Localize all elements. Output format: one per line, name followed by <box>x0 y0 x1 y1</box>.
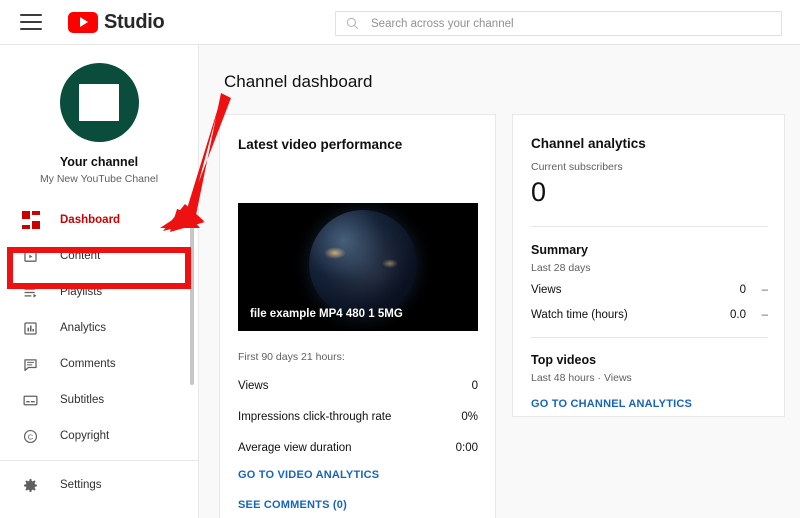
subscribers-label: Current subscribers <box>531 161 623 173</box>
analytics-row-views: Views 0 – <box>531 284 768 296</box>
hamburger-menu-icon[interactable] <box>20 14 42 30</box>
see-comments-link[interactable]: SEE COMMENTS (0) <box>238 499 347 511</box>
top-videos-period: Last 48 hours · Views <box>531 372 632 384</box>
channel-description: My New YouTube Chanel <box>39 173 159 185</box>
stat-row-ctr: Impressions click-through rate 0% <box>238 411 478 423</box>
channel-analytics-card: Channel analytics Current subscribers 0 … <box>512 114 785 417</box>
sidebar-item-label: Dashboard <box>60 214 121 226</box>
studio-brand[interactable]: Studio <box>68 10 165 34</box>
card-title-latest-video: Latest video performance <box>238 137 403 152</box>
earth-from-space-image <box>308 210 417 319</box>
stat-value: 0% <box>461 411 478 423</box>
channel-block: Your channel My New YouTube Chanel <box>0 45 198 198</box>
stat-label: Views <box>238 380 269 392</box>
summary-period: Last 28 days <box>531 262 591 274</box>
content-play-icon <box>21 247 40 266</box>
sidebar-item-copyright[interactable]: C Copyright <box>0 418 198 454</box>
sidebar-item-playlists[interactable]: Playlists <box>0 274 198 310</box>
copyright-icon: C <box>21 427 40 446</box>
search-icon <box>346 17 359 30</box>
channel-name: Your channel <box>59 155 139 169</box>
card-title-channel-analytics: Channel analytics <box>531 136 646 151</box>
video-title-overlay: file example MP4 480 1 5MG <box>250 308 403 320</box>
avatar[interactable] <box>59 63 139 142</box>
analytics-value: 0.0 <box>730 309 746 321</box>
main-content: Channel dashboard Latest video performan… <box>199 45 800 518</box>
stat-row-avg-duration: Average view duration 0:00 <box>238 442 478 454</box>
sidebar-item-label: Content <box>60 250 101 262</box>
sidebar-item-analytics[interactable]: Analytics <box>0 310 198 346</box>
sidebar-item-content[interactable]: Content <box>0 238 198 274</box>
sidebar-item-comments[interactable]: Comments <box>0 346 198 382</box>
summary-title: Summary <box>531 243 588 257</box>
video-thumbnail[interactable]: file example MP4 480 1 5MG <box>238 203 478 331</box>
sidebar-item-label: Playlists <box>60 286 103 298</box>
analytics-value: 0 <box>739 284 746 296</box>
dashboard-grid-icon <box>21 211 40 230</box>
playlists-icon <box>21 283 40 302</box>
stat-label: Average view duration <box>238 442 352 454</box>
analytics-row-watch-time: Watch time (hours) 0.0 – <box>531 309 768 321</box>
analytics-label: Watch time (hours) <box>531 309 628 321</box>
divider <box>531 226 768 227</box>
sidebar-item-dashboard[interactable]: Dashboard <box>0 202 198 238</box>
stat-row-views: Views 0 <box>238 380 478 392</box>
analytics-label: Views <box>531 284 562 296</box>
top-videos-title: Top videos <box>531 353 597 367</box>
sidebar-item-subtitles[interactable]: Subtitles <box>0 382 198 418</box>
stat-label: Impressions click-through rate <box>238 411 392 423</box>
sidebar-item-label: Analytics <box>60 322 107 334</box>
svg-text:C: C <box>28 432 34 441</box>
sidebar-item-label: Comments <box>60 358 116 370</box>
sidebar-divider <box>0 460 198 461</box>
comments-speech-bubble-icon <box>21 355 40 374</box>
subscribers-value: 0 <box>531 177 547 207</box>
gear-icon <box>21 476 40 495</box>
latest-video-performance-card: Latest video performance file example MP… <box>219 114 496 518</box>
analytics-delta: – <box>761 309 768 321</box>
analytics-bar-chart-icon <box>21 319 40 338</box>
brand-label: Studio <box>104 10 165 33</box>
search-input[interactable] <box>371 17 771 30</box>
sidebar-item-label: Settings <box>60 479 102 491</box>
analytics-delta: – <box>761 284 768 296</box>
sidebar-item-label: Copyright <box>60 430 110 442</box>
sidebar-scrollbar[interactable] <box>190 213 194 385</box>
sidebar-item-settings[interactable]: Settings <box>0 467 198 503</box>
period-label: First 90 days 21 hours: <box>238 351 345 363</box>
youtube-studio-dashboard: Studio Your channel My New YouTube Chane… <box>0 0 800 518</box>
youtube-logo-icon <box>68 11 98 33</box>
sidebar-item-label: Subtitles <box>60 394 105 406</box>
divider <box>531 337 768 338</box>
search-bar[interactable] <box>335 11 782 36</box>
go-to-video-analytics-link[interactable]: GO TO VIDEO ANALYTICS <box>238 469 379 481</box>
stat-value: 0:00 <box>455 442 478 454</box>
sidebar-nav: Dashboard Content Playlists Analytics Co… <box>0 202 198 503</box>
stat-value: 0 <box>471 380 478 392</box>
go-to-channel-analytics-link[interactable]: GO TO CHANNEL ANALYTICS <box>531 398 692 410</box>
subtitles-icon <box>21 391 40 410</box>
sidebar: Your channel My New YouTube Chanel Dashb… <box>0 45 199 518</box>
page-title: Channel dashboard <box>224 72 373 91</box>
